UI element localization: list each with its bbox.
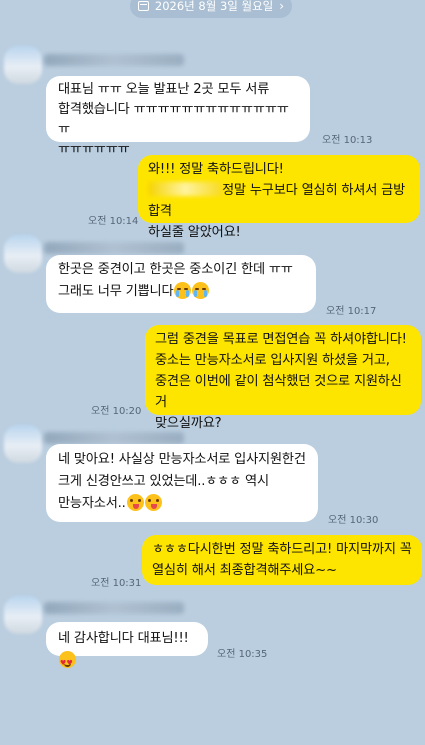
sender-name xyxy=(44,432,184,444)
calendar-icon xyxy=(137,1,149,11)
crying-face-icon xyxy=(192,282,210,299)
chevron-right-icon: › xyxy=(279,0,285,13)
message-line: 합격했습니다 ㅠㅠㅠㅠㅠㅠㅠㅠㅠㅠㅠㅠㅠㅠ xyxy=(58,102,289,137)
message-line: ㅎㅎㅎ다시한번 정말 축하드리고! 마지막까지 꼭 xyxy=(152,542,412,557)
message-timestamp: 오전 10:20 xyxy=(91,406,142,417)
message-bubble[interactable]: ㅎㅎㅎ다시한번 정말 축하드리고! 마지막까지 꼭 열심히 해서 최종합격해주세… xyxy=(142,535,422,585)
message-bubble[interactable]: 와!!! 정말 축하드립니다! 정말 누구보다 열심히 하셔서 금방 합격 하실… xyxy=(138,155,420,240)
date-divider[interactable]: 2026년 8월 3일 월요일 › xyxy=(130,0,292,18)
date-label: 2026년 8월 3일 월요일 xyxy=(154,0,274,13)
avatar[interactable] xyxy=(4,596,42,634)
message-bubble[interactable]: 한곳은 중견이고 한곳은 중소이긴 한데 ㅠㅠ 그래도 너무 기쁩니다 xyxy=(46,255,316,313)
avatar[interactable] xyxy=(4,46,42,84)
message-line: 와!!! 정말 축하드립니다! xyxy=(148,162,284,177)
sender-name xyxy=(44,242,184,254)
redacted-name xyxy=(148,182,222,196)
message-line: 중견은 이번에 같이 첨삭했던 것으로 지원하신거 xyxy=(155,374,402,410)
message-line: 한곳은 중견이고 한곳은 중소이긴 한데 ㅠㅠ xyxy=(58,262,293,277)
message-timestamp: 오전 10:13 xyxy=(322,135,373,146)
sender-name xyxy=(44,602,184,614)
message-line: 네 감사합니다 대표님!!! xyxy=(58,631,189,646)
message-timestamp: 오전 10:31 xyxy=(91,578,142,589)
message-line: 하실줄 알았어요! xyxy=(148,225,241,240)
message-line: 만능자소서.. xyxy=(58,496,126,511)
message-bubble[interactable]: 그럼 중견을 목표로 면접연습 꼭 하셔야합니다! 중소는 만능자소서로 입사지… xyxy=(145,325,421,431)
crying-face-icon xyxy=(174,282,192,299)
message-timestamp: 오전 10:30 xyxy=(328,515,379,526)
avatar[interactable] xyxy=(4,425,42,463)
message-timestamp: 오전 10:14 xyxy=(88,216,139,227)
message-line: 대표님 ㅠㅠ 오늘 발표난 2곳 모두 서류 xyxy=(58,82,270,97)
message-line: 크게 신경안쓰고 있었는데..ㅎㅎㅎ 역시 xyxy=(58,474,269,489)
winking-tongue-face-icon xyxy=(126,494,144,511)
message-line: 맞으실까요? xyxy=(155,416,222,431)
sender-name xyxy=(44,54,184,66)
message-bubble[interactable]: 네 감사합니다 대표님!!! xyxy=(46,622,208,674)
message-line: 열심히 해서 최종합격해주세요~~ xyxy=(152,563,337,578)
message-bubble[interactable]: 대표님 ㅠㅠ 오늘 발표난 2곳 모두 서류 합격했습니다 ㅠㅠㅠㅠㅠㅠㅠㅠㅠㅠ… xyxy=(46,76,310,157)
message-line: 그래도 너무 기쁩니다 xyxy=(58,284,174,299)
message-line: 그럼 중견을 목표로 면접연습 꼭 하셔야합니다! xyxy=(155,332,407,347)
avatar[interactable] xyxy=(4,235,42,273)
message-line: 네 맞아요! 사실상 만능자소서로 입사지원한건 xyxy=(58,452,306,467)
message-timestamp: 오전 10:17 xyxy=(326,306,377,317)
heart-eyes-face-icon xyxy=(59,651,76,674)
winking-tongue-face-icon xyxy=(144,494,162,511)
message-bubble[interactable]: 네 맞아요! 사실상 만능자소서로 입사지원한건 크게 신경안쓰고 있었는데..… xyxy=(46,444,318,522)
message-line: 중소는 만능자소서로 입사지원 하셨을 거고, xyxy=(155,353,390,368)
message-timestamp: 오전 10:35 xyxy=(217,649,268,660)
